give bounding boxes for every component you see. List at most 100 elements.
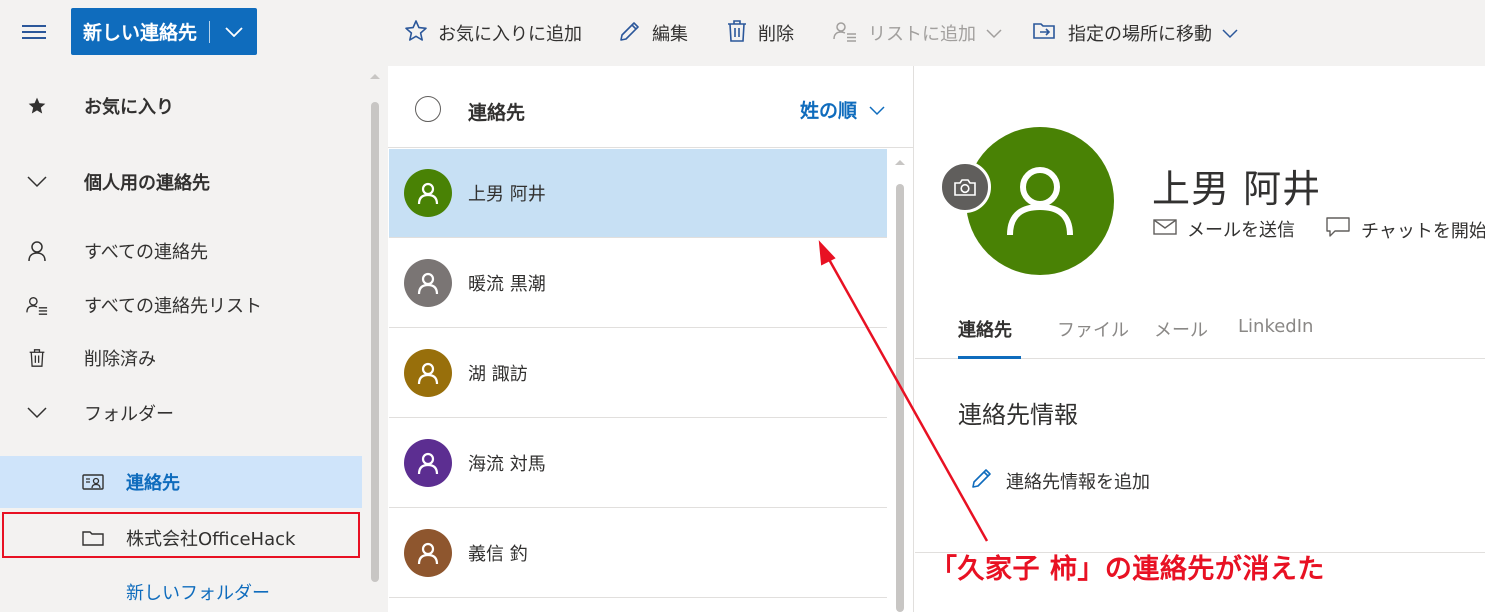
hamburger-menu-icon[interactable] bbox=[22, 22, 48, 42]
nav-scrollbar-thumb[interactable] bbox=[371, 102, 379, 582]
start-chat-button[interactable]: チャットを開始 bbox=[1325, 216, 1485, 243]
pencil-icon bbox=[970, 466, 994, 495]
contact-name: 暖流 黒潮 bbox=[468, 274, 546, 295]
send-mail-button[interactable]: メールを送信 bbox=[1153, 216, 1295, 242]
add-contact-info-button[interactable]: 連絡先情報を追加 bbox=[970, 466, 1150, 495]
person-icon bbox=[1007, 167, 1073, 236]
contact-name: 湖 諏訪 bbox=[468, 364, 528, 385]
contact-avatar bbox=[404, 259, 452, 307]
list-scrollbar-thumb[interactable] bbox=[896, 184, 904, 612]
contact-row[interactable]: 上男 阿井 bbox=[389, 149, 887, 238]
move-to-button[interactable]: 指定の場所に移動 bbox=[1032, 17, 1238, 49]
command-bar: 新しい連絡先 お気に入りに追加 編集 削除 リストに追加 指定の場所に移動 bbox=[0, 0, 1485, 66]
nav-all-contacts[interactable]: すべての連絡先 bbox=[0, 229, 362, 273]
people-list-icon bbox=[24, 294, 50, 316]
contact-avatar bbox=[404, 439, 452, 487]
star-filled-icon bbox=[24, 96, 50, 116]
nav-deleted-label: 削除済み bbox=[84, 349, 156, 370]
contact-name: 海流 対馬 bbox=[468, 454, 546, 475]
nav-folder-contacts[interactable]: 連絡先 bbox=[0, 456, 362, 508]
contact-row[interactable]: 湖 諏訪 bbox=[389, 329, 887, 418]
left-navigation: お気に入り 個人用の連絡先 すべての連絡先 すべての連絡先リスト 削除済み フォ… bbox=[0, 66, 388, 612]
chevron-down-icon bbox=[24, 176, 50, 188]
active-tab-indicator bbox=[958, 356, 1021, 359]
tab-files[interactable]: ファイル bbox=[1057, 316, 1129, 342]
person-icon bbox=[417, 452, 439, 475]
contact-row[interactable]: 海流 対馬 bbox=[389, 419, 887, 508]
tab-mail[interactable]: メール bbox=[1154, 316, 1208, 342]
new-contact-button[interactable]: 新しい連絡先 bbox=[71, 8, 257, 55]
change-photo-button[interactable] bbox=[939, 161, 991, 213]
annotation-text: 「久家子 柿」の連絡先が消えた bbox=[930, 554, 1325, 585]
add-to-favorites-button[interactable]: お気に入りに追加 bbox=[404, 17, 582, 49]
delete-label: 削除 bbox=[758, 24, 794, 45]
nav-favorites[interactable]: お気に入り bbox=[0, 84, 362, 128]
new-folder-label: 新しいフォルダー bbox=[126, 583, 270, 604]
contact-list-pane: 連絡先 姓の順 上男 阿井暖流 黒潮湖 諏訪海流 対馬義信 釣 bbox=[388, 66, 914, 612]
nav-all-contacts-label: すべての連絡先 bbox=[84, 242, 209, 263]
start-chat-label: チャットを開始 bbox=[1361, 220, 1485, 242]
nav-all-contact-lists[interactable]: すべての連絡先リスト bbox=[0, 283, 362, 327]
person-icon bbox=[417, 272, 439, 295]
highlight-box bbox=[2, 512, 360, 558]
section-title: 連絡先情報 bbox=[958, 401, 1078, 429]
edit-button[interactable]: 編集 bbox=[618, 17, 688, 49]
trash-icon bbox=[24, 347, 50, 369]
camera-icon bbox=[954, 179, 976, 196]
star-outline-icon bbox=[404, 19, 428, 48]
add-to-list-button[interactable]: リストに追加 bbox=[832, 17, 1002, 49]
person-icon bbox=[417, 542, 439, 565]
new-contact-label: 新しい連絡先 bbox=[83, 22, 198, 44]
nav-folders[interactable]: フォルダー bbox=[0, 391, 362, 435]
chevron-down-icon bbox=[869, 99, 885, 121]
sort-label: 姓の順 bbox=[800, 100, 858, 122]
mail-icon bbox=[1153, 218, 1177, 241]
contact-name: 義信 釣 bbox=[468, 544, 528, 565]
chevron-down-icon bbox=[1222, 23, 1238, 44]
chevron-down-icon bbox=[24, 407, 50, 419]
list-title: 連絡先 bbox=[468, 102, 526, 124]
add-to-list-label: リストに追加 bbox=[868, 24, 976, 45]
nav-deleted[interactable]: 削除済み bbox=[0, 336, 362, 380]
delete-button[interactable]: 削除 bbox=[726, 17, 794, 49]
person-icon bbox=[417, 182, 439, 205]
contact-row[interactable]: 暖流 黒潮 bbox=[389, 239, 887, 328]
nav-favorites-label: お気に入り bbox=[84, 97, 174, 118]
contact-avatar bbox=[966, 127, 1114, 275]
add-to-favorites-label: お気に入りに追加 bbox=[438, 24, 582, 45]
contact-avatar bbox=[404, 169, 452, 217]
chevron-down-icon[interactable] bbox=[210, 26, 257, 37]
contact-name: 上男 阿井 bbox=[1152, 167, 1322, 211]
people-list-icon bbox=[832, 19, 858, 48]
tab-linkedin[interactable]: LinkedIn bbox=[1238, 316, 1313, 337]
select-all-checkbox[interactable] bbox=[415, 96, 441, 122]
tab-contact[interactable]: 連絡先 bbox=[958, 316, 1012, 342]
trash-icon bbox=[726, 19, 748, 48]
contact-card-icon bbox=[80, 472, 106, 492]
contact-row[interactable]: 義信 釣 bbox=[389, 509, 887, 598]
person-icon bbox=[24, 240, 50, 262]
nav-personal-contacts-label: 個人用の連絡先 bbox=[84, 173, 210, 194]
person-icon bbox=[417, 362, 439, 385]
nav-all-contact-lists-label: すべての連絡先リスト bbox=[84, 296, 263, 317]
scroll-up-arrow-icon[interactable] bbox=[369, 72, 381, 80]
contact-avatar bbox=[404, 529, 452, 577]
contact-name: 上男 阿井 bbox=[468, 184, 546, 205]
chat-icon bbox=[1325, 216, 1351, 243]
send-mail-label: メールを送信 bbox=[1187, 220, 1295, 241]
scroll-up-arrow-icon[interactable] bbox=[894, 158, 906, 166]
list-header: 連絡先 姓の順 bbox=[388, 66, 913, 148]
add-contact-info-label: 連絡先情報を追加 bbox=[1006, 471, 1150, 493]
chevron-down-icon bbox=[986, 23, 1002, 44]
sort-dropdown[interactable]: 姓の順 bbox=[800, 96, 885, 123]
edit-label: 編集 bbox=[652, 24, 688, 45]
move-folder-icon bbox=[1032, 19, 1058, 48]
nav-folder-contacts-label: 連絡先 bbox=[126, 473, 180, 494]
pencil-icon bbox=[618, 19, 642, 48]
new-folder-link[interactable]: 新しいフォルダー bbox=[0, 570, 362, 612]
contact-detail-pane: 上男 阿井 メールを送信 チャットを開始 連絡先 ファイル メール Linked… bbox=[915, 66, 1485, 612]
nav-folders-label: フォルダー bbox=[84, 404, 174, 425]
nav-personal-contacts[interactable]: 個人用の連絡先 bbox=[0, 160, 362, 204]
move-to-label: 指定の場所に移動 bbox=[1068, 24, 1212, 45]
contact-avatar bbox=[404, 349, 452, 397]
